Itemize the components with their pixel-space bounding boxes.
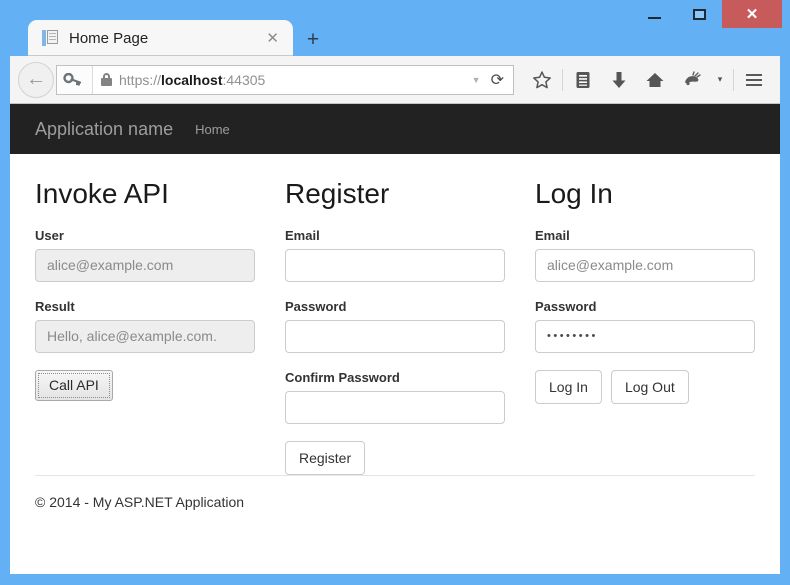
- label-register-confirm-password: Confirm Password: [285, 369, 400, 385]
- column-log-in: Log In Email alice@example.com Password …: [535, 174, 780, 475]
- register-confirm-password-input[interactable]: [285, 390, 505, 424]
- column-title: Invoke API: [35, 178, 169, 209]
- tab-home-page[interactable]: Home Page ✕: [28, 20, 293, 56]
- label-login-email: Email: [535, 227, 570, 243]
- page-footer: © 2014 - My ASP.NET Application: [35, 474, 755, 510]
- register-buttons: Register: [285, 440, 535, 475]
- reload-icon[interactable]: ⟳: [489, 70, 513, 90]
- back-icon[interactable]: ←: [18, 61, 54, 98]
- register-button[interactable]: Register: [285, 440, 366, 475]
- label-user: User: [35, 227, 64, 243]
- invoke-api-buttons: Call API: [35, 369, 285, 401]
- sync-fox-icon[interactable]: [673, 63, 709, 97]
- navbar-brand[interactable]: Application name: [35, 119, 173, 140]
- password-mask: ••••••••: [547, 330, 598, 343]
- login-buttons: Log In Log Out: [535, 369, 780, 404]
- page-viewport: Application name Home Invoke API User al…: [10, 104, 780, 574]
- tab-close-icon[interactable]: ✕: [262, 31, 283, 46]
- result-field[interactable]: Hello, alice@example.com.: [35, 319, 255, 353]
- tab-strip: Home Page ✕ +: [0, 20, 790, 56]
- reading-list-icon[interactable]: [565, 63, 601, 97]
- nav-link-home[interactable]: Home: [195, 122, 230, 137]
- site-navbar: Application name Home: [10, 104, 780, 154]
- login-password-input[interactable]: ••••••••: [535, 319, 755, 353]
- hamburger-menu-icon[interactable]: [736, 63, 772, 97]
- user-field[interactable]: alice@example.com: [35, 248, 255, 282]
- page-icon: [42, 29, 59, 47]
- browser-toolbar: ← https://localhost:44305 ▼ ⟳ ▾: [10, 56, 780, 104]
- overflow-caret-icon[interactable]: ▾: [709, 63, 731, 97]
- column-title: Log In: [535, 178, 613, 209]
- log-in-button[interactable]: Log In: [535, 369, 602, 404]
- column-invoke-api: Invoke API User alice@example.com Result…: [35, 174, 285, 475]
- minimize-icon: [648, 16, 661, 19]
- url-text: https://localhost:44305: [119, 71, 266, 88]
- register-password-input[interactable]: [285, 319, 505, 353]
- url-dropdown-icon[interactable]: ▼: [464, 75, 489, 85]
- copyright-text: © 2014 - My ASP.NET Application: [35, 493, 245, 510]
- browser-window: ✕ Home Page ✕ + ← https://localhost:4430…: [0, 0, 790, 585]
- identity-key-icon[interactable]: [57, 65, 93, 94]
- page-content: Invoke API User alice@example.com Result…: [10, 154, 780, 475]
- label-result: Result: [35, 298, 75, 314]
- call-api-button[interactable]: Call API: [35, 369, 113, 401]
- column-title: Register: [285, 178, 390, 209]
- column-register: Register Email Password Confirm Password…: [285, 174, 535, 475]
- toolbar-divider-2: [733, 68, 734, 91]
- tab-title: Home Page: [69, 29, 149, 47]
- maximize-icon: [693, 8, 706, 20]
- login-email-input[interactable]: alice@example.com: [535, 248, 755, 282]
- address-bar[interactable]: https://localhost:44305 ▼ ⟳: [56, 64, 514, 95]
- bookmark-star-icon[interactable]: [524, 63, 560, 97]
- toolbar-divider: [562, 68, 563, 91]
- downloads-icon[interactable]: [601, 63, 637, 97]
- column-container: Invoke API User alice@example.com Result…: [35, 174, 755, 475]
- padlock-icon: [101, 73, 112, 86]
- new-tab-button[interactable]: +: [300, 27, 326, 53]
- label-register-password: Password: [285, 298, 347, 314]
- log-out-button[interactable]: Log Out: [610, 369, 689, 404]
- home-icon[interactable]: [637, 63, 673, 97]
- label-register-email: Email: [285, 227, 320, 243]
- label-login-password: Password: [535, 298, 597, 314]
- register-email-input[interactable]: [285, 248, 505, 282]
